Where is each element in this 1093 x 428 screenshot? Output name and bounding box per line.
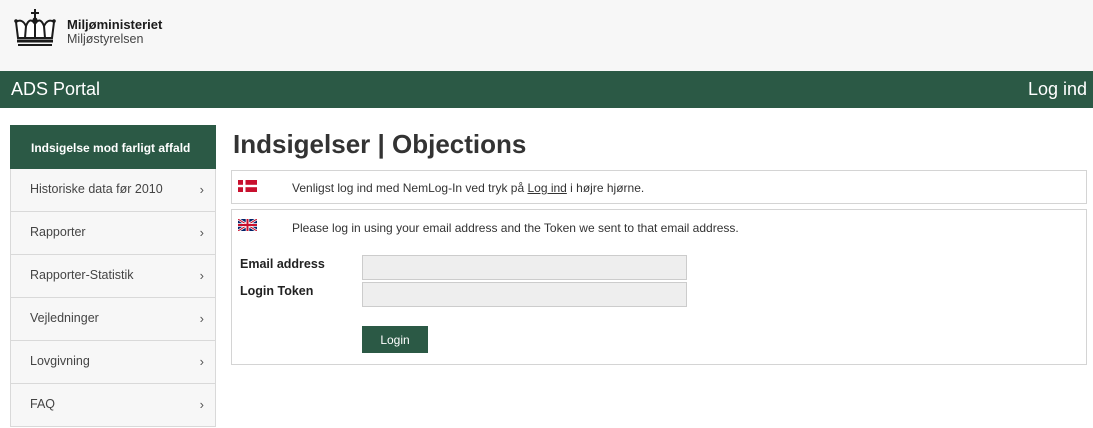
chevron-right-icon: ›: [199, 225, 204, 240]
brand-title: Miljøministeriet: [67, 17, 163, 32]
sidebar-item-label: Lovgivning: [30, 354, 90, 368]
brand-header: Miljøministeriet Miljøstyrelsen: [0, 0, 1093, 71]
sidebar-item-faq[interactable]: FAQ ›: [10, 384, 216, 427]
chevron-right-icon: ›: [199, 397, 204, 412]
crown-icon: [14, 9, 56, 46]
brand-subtitle: Miljøstyrelsen: [67, 32, 144, 46]
sidebar-item-label: FAQ: [30, 397, 56, 411]
sidebar-item-label: Rapporter: [30, 225, 86, 239]
portal-title: ADS Portal: [11, 79, 101, 99]
danish-notice-panel: Venligst log ind med NemLog-In ved tryk …: [231, 170, 1087, 204]
sidebar-item-vejledninger[interactable]: Vejledninger ›: [10, 298, 216, 341]
chevron-right-icon: ›: [199, 311, 204, 326]
english-notice-text: Please log in using your email address a…: [292, 221, 739, 235]
sidebar-item-label: Vejledninger: [30, 311, 99, 325]
sidebar-item-label: Rapporter-Statistik: [30, 268, 134, 282]
sidebar-item-rapporter[interactable]: Rapporter ›: [10, 212, 216, 255]
chevron-right-icon: ›: [199, 354, 204, 369]
top-navbar: ADS Portal Log ind: [0, 71, 1093, 108]
sidebar-item-label: Indsigelse mod farligt affald: [31, 141, 191, 155]
token-label: Login Token: [240, 284, 314, 298]
login-link[interactable]: Log ind: [1028, 79, 1087, 100]
english-login-panel: Please log in using your email address a…: [231, 209, 1087, 365]
chevron-right-icon: ›: [199, 182, 204, 197]
email-input[interactable]: [362, 255, 687, 280]
email-label: Email address: [240, 257, 325, 271]
sidebar-item-indsigelse[interactable]: Indsigelse mod farligt affald: [10, 125, 216, 169]
token-input[interactable]: [362, 282, 687, 307]
sidebar-item-label: Historiske data før 2010: [30, 182, 163, 196]
danish-login-link[interactable]: Log ind: [527, 181, 566, 195]
page-title: Indsigelser | Objections: [233, 129, 527, 159]
sidebar: Indsigelse mod farligt affald Historiske…: [10, 125, 216, 428]
sidebar-item-lovgivning[interactable]: Lovgivning ›: [10, 341, 216, 384]
danish-notice-text: Venligst log ind med NemLog-In ved tryk …: [292, 181, 645, 195]
uk-flag-icon: [238, 219, 257, 231]
chevron-right-icon: ›: [199, 268, 204, 283]
sidebar-item-rapporter-statistik[interactable]: Rapporter-Statistik ›: [10, 255, 216, 298]
sidebar-item-historiske-data[interactable]: Historiske data før 2010 ›: [10, 169, 216, 212]
danish-flag-icon: [238, 180, 257, 192]
login-button[interactable]: Login: [362, 326, 428, 353]
